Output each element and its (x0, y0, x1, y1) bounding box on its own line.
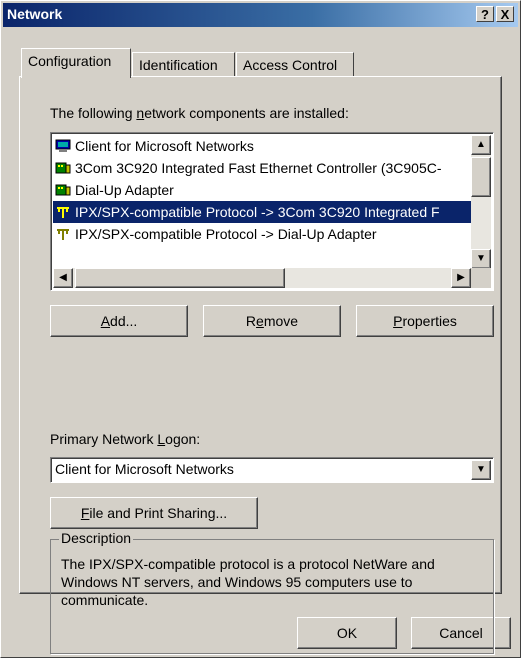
list-item-text: Dial-Up Adapter (75, 182, 174, 198)
components-label: The following network components are ins… (50, 105, 349, 121)
tab-access-control[interactable]: Access Control (236, 52, 354, 78)
properties-button[interactable]: Properties (356, 305, 494, 337)
tab-identification-label: Identification (139, 57, 218, 73)
close-button[interactable]: X (496, 6, 514, 22)
vertical-scroll-thumb[interactable] (471, 157, 491, 197)
remove-button[interactable]: Remove (203, 305, 341, 337)
help-button[interactable]: ? (476, 6, 494, 22)
list-item-text: 3Com 3C920 Integrated Fast Ethernet Cont… (75, 160, 442, 176)
list-item[interactable]: Dial-Up Adapter (53, 179, 471, 201)
description-title: Description (59, 530, 134, 546)
protocol-icon (55, 225, 71, 240)
list-item-text: IPX/SPX-compatible Protocol -> 3Com 3C92… (75, 204, 440, 220)
scroll-up-arrow-icon[interactable]: ▲ (471, 135, 491, 155)
description-text: The IPX/SPX-compatible protocol is a pro… (61, 556, 435, 608)
description-groupbox: Description The IPX/SPX-compatible proto… (50, 530, 494, 654)
scroll-down-arrow-icon[interactable]: ▼ (471, 249, 491, 269)
network-adapter-icon (55, 159, 71, 174)
horizontal-scroll-thumb[interactable] (75, 268, 285, 288)
tab-access-control-label: Access Control (243, 57, 338, 73)
primary-logon-select[interactable]: Client for Microsoft Networks ▼ (50, 457, 494, 483)
list-item[interactable]: 3Com 3C920 Integrated Fast Ethernet Cont… (53, 157, 471, 179)
client-icon (55, 137, 71, 152)
list-item-text: Client for Microsoft Networks (75, 138, 254, 154)
scroll-right-arrow-icon[interactable]: ▶ (451, 268, 471, 288)
file-print-sharing-button[interactable]: File and Print Sharing... (50, 497, 258, 529)
list-item[interactable]: Client for Microsoft Networks (53, 135, 471, 157)
list-item-text: IPX/SPX-compatible Protocol -> Dial-Up A… (75, 226, 377, 242)
tab-configuration[interactable]: Configuration (21, 48, 131, 78)
network-adapter-icon (55, 181, 71, 196)
scroll-corner (471, 268, 491, 288)
network-dialog: Network ? X Configuration Identification… (0, 0, 521, 658)
primary-logon-label: Primary Network Logon: (50, 431, 201, 447)
tab-identification[interactable]: Identification (132, 52, 235, 78)
scroll-left-arrow-icon[interactable]: ◀ (53, 268, 73, 288)
vertical-scrollbar[interactable]: ▲ ▼ (471, 135, 491, 269)
add-button[interactable]: Add... (50, 305, 188, 337)
primary-logon-value: Client for Microsoft Networks (55, 461, 234, 477)
protocol-icon (55, 203, 71, 218)
horizontal-scrollbar[interactable]: ◀ ▶ (53, 268, 471, 288)
components-listbox[interactable]: Client for Microsoft Networks 3Com 3C920… (50, 132, 494, 291)
configuration-panel: The following network components are ins… (19, 76, 502, 654)
title-bar[interactable]: Network ? X (3, 3, 518, 27)
tab-configuration-label: Configuration (28, 53, 112, 69)
chevron-down-icon[interactable]: ▼ (471, 460, 491, 480)
list-item-selected[interactable]: IPX/SPX-compatible Protocol -> 3Com 3C92… (53, 201, 471, 223)
window-title: Network (7, 6, 63, 22)
list-item[interactable]: IPX/SPX-compatible Protocol -> Dial-Up A… (53, 223, 471, 245)
